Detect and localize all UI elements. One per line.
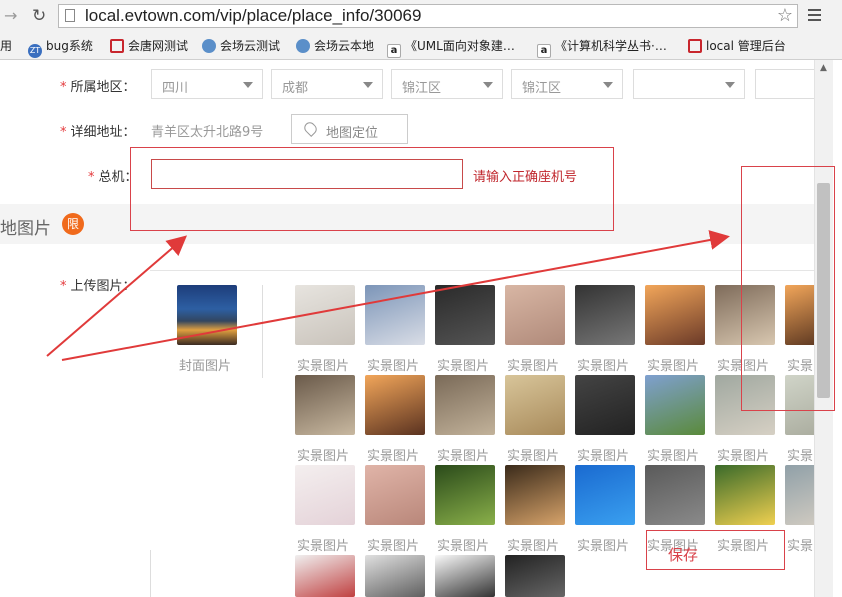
annotation-arrow	[61, 230, 730, 361]
annotation-arrows	[46, 230, 730, 361]
annotation-arrow	[46, 235, 188, 357]
